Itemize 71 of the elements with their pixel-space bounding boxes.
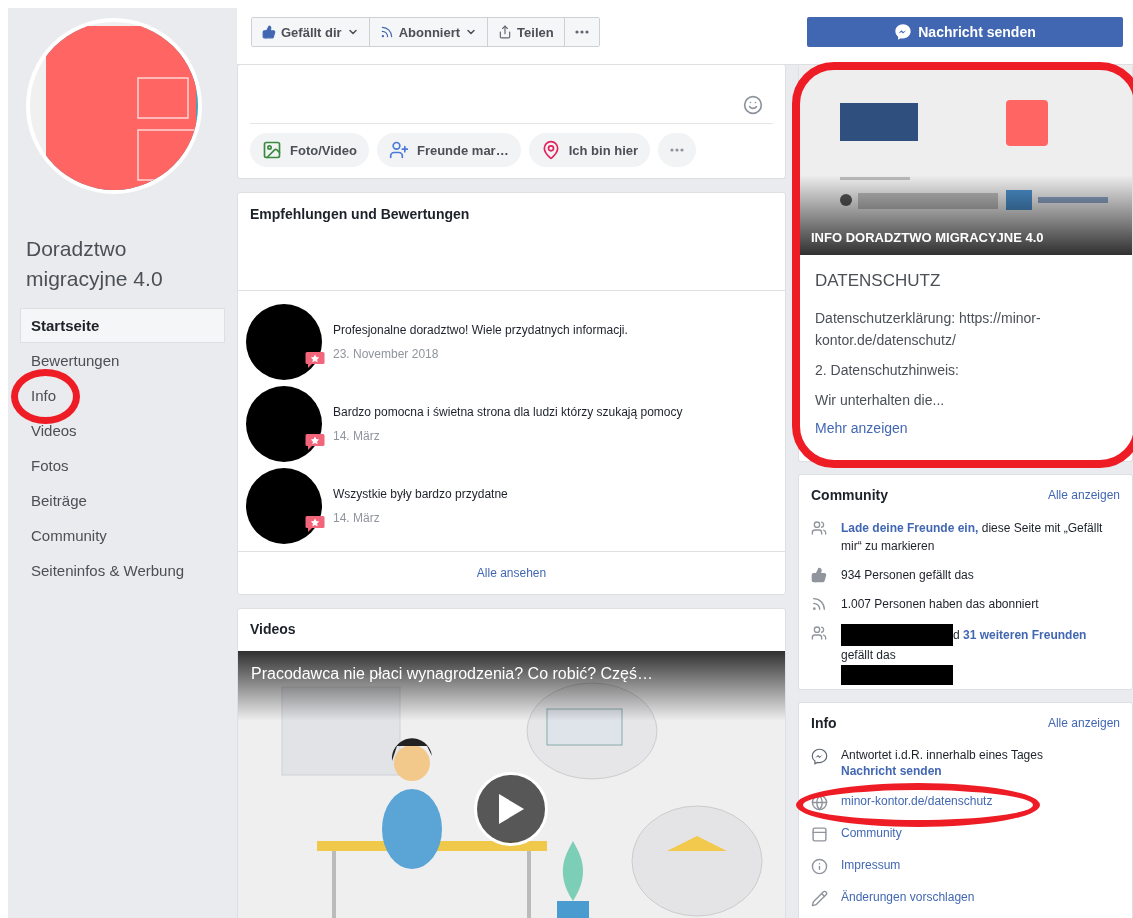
like-icon: [811, 567, 827, 583]
globe-icon: [811, 794, 828, 811]
messenger-icon: [811, 748, 828, 765]
cover-caption: INFO DORADZTWO MIGRACYJNE 4.0: [811, 230, 1044, 245]
link[interactable]: Impressum: [841, 858, 901, 872]
more-icon: [670, 148, 685, 152]
emoji-icon[interactable]: [743, 95, 763, 115]
nav-item[interactable]: Seiteninfos & Werbung: [20, 553, 225, 588]
friends-icon: [811, 520, 827, 536]
nav-item[interactable]: Startseite: [20, 308, 225, 343]
send-message-button[interactable]: Nachricht senden: [807, 17, 1123, 47]
review-date: 14. März: [333, 429, 381, 443]
composer-action-button[interactable]: Foto/Video: [250, 133, 369, 167]
link[interactable]: Nachricht senden: [841, 764, 942, 778]
pencil-icon: [811, 890, 828, 907]
card-title: Empfehlungen und Bewertungen: [249, 205, 471, 224]
review-badge-icon: [305, 432, 325, 451]
paragraph: 2. Datenschutzhinweis:: [815, 361, 960, 380]
image-icon: [262, 140, 282, 160]
review-badge-icon: [305, 514, 325, 533]
review-badge-icon: [305, 350, 325, 369]
row-text: d 31 weiteren Freunden: [953, 627, 1087, 644]
link[interactable]: 31 weiteren Freunden: [963, 628, 1087, 642]
review-date: 23. November 2018: [333, 347, 440, 361]
nav-item[interactable]: Videos: [20, 413, 225, 448]
review-text: Wszystkie były bardzo przydatne: [333, 487, 508, 501]
more-icon: [574, 30, 589, 34]
card-title: Community: [811, 487, 888, 503]
composer-action-button[interactable]: Ich bin hier: [528, 133, 651, 167]
paragraph: Datenschutzerklärung: https://minor-kontor.de/datenschutz/: [815, 309, 1042, 350]
link[interactable]: Lade deine Freunde ein,: [841, 521, 979, 535]
composer-action-button[interactable]: Freunde mar…: [376, 133, 521, 167]
page-name: Doradztwo migracyjne 4.0: [26, 236, 164, 292]
nav-item[interactable]: Bewertungen: [20, 343, 225, 378]
video-title[interactable]: Pracodawca nie płaci wynagrodzenia? Co robić? Częś…: [251, 665, 653, 683]
nav-item[interactable]: Beiträge: [20, 483, 225, 518]
play-icon: [496, 792, 526, 826]
review-text: Bardzo pomocna i świetna strona dla ludzi którzy szukają pomocy: [333, 405, 683, 419]
row-text: Lade deine Freunde ein, diese Seite mit „Gefällt mir“ zu markieren: [841, 520, 1104, 555]
review-text: Profesjonalne doradztwo! Wiele przydatnych informacji.: [333, 323, 628, 337]
show-more-link[interactable]: Mehr anzeigen: [815, 420, 908, 436]
see-all-link[interactable]: Alle ansehen: [238, 551, 785, 594]
paragraph: Wir unterhalten die...: [815, 391, 946, 410]
nav-item[interactable]: Community: [20, 518, 225, 553]
see-all-link[interactable]: Alle anzeigen: [1047, 488, 1120, 502]
row-text: gefällt das: [841, 647, 897, 664]
link[interactable]: minor-kontor.de/datenschutz: [841, 794, 993, 808]
page-action-button[interactable]: Gefällt dir: [252, 18, 370, 46]
info-icon: [811, 858, 828, 875]
section-heading: DATENSCHUTZ: [815, 271, 942, 291]
link[interactable]: Änderungen vorschlagen: [841, 890, 975, 904]
person-icon: [388, 140, 409, 160]
row-text: Antwortet i.d.R. innerhalb eines Tages: [841, 748, 1043, 762]
row-text: 1.007 Personen haben das abonniert: [841, 596, 1039, 613]
page-icon: [811, 826, 828, 843]
row-text: 934 Personen gefällt das: [841, 567, 974, 584]
card-title: Videos: [249, 620, 297, 639]
nav-item[interactable]: Fotos: [20, 448, 225, 483]
messenger-icon: [894, 23, 913, 41]
see-all-link[interactable]: Alle anzeigen: [1047, 716, 1120, 730]
friends-icon: [811, 625, 827, 641]
nav-item[interactable]: Info: [20, 378, 225, 413]
like-icon: [262, 25, 276, 39]
review-date: 14. März: [333, 511, 381, 525]
rss-icon: [379, 25, 394, 39]
link[interactable]: Community: [841, 826, 902, 840]
share-icon: [498, 25, 513, 39]
annotation-circle: [11, 369, 80, 424]
card-title: Info: [811, 715, 837, 731]
rss-icon: [811, 596, 827, 612]
more-button[interactable]: [658, 133, 697, 167]
